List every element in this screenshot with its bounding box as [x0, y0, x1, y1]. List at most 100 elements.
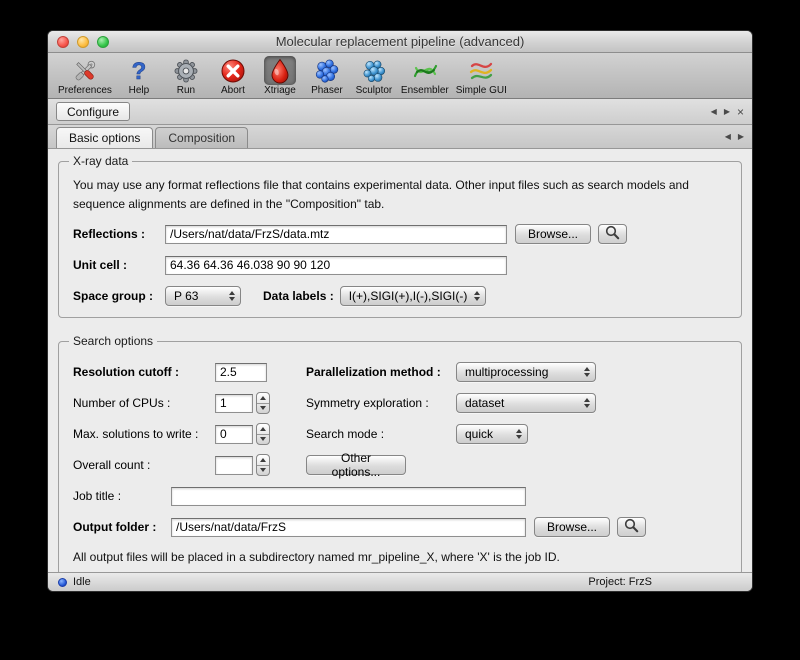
output-folder-input[interactable] [171, 518, 526, 537]
tab-composition[interactable]: Composition [155, 127, 248, 148]
tab-basic-options[interactable]: Basic options [56, 127, 153, 148]
simple-gui-ribbon-icon [465, 56, 497, 85]
parallelization-select[interactable]: multiprocessing [456, 362, 596, 382]
app-window: Molecular replacement pipeline (advanced… [47, 30, 753, 592]
xray-data-group-title: X-ray data [69, 154, 132, 168]
max-solutions-row: Max. solutions to write : Search mode : … [73, 423, 727, 445]
space-group-select[interactable]: P 63 [165, 286, 241, 306]
tab-composition-label: Composition [168, 131, 235, 145]
tab-configure-label: Configure [67, 105, 119, 119]
job-title-label: Job title : [73, 489, 171, 503]
stepper-down-icon[interactable] [257, 435, 269, 445]
toolbar-button-abort[interactable]: Abort [213, 56, 253, 96]
output-folder-view-button[interactable] [617, 517, 646, 537]
output-folder-row: Output folder : Browse... [73, 516, 727, 538]
toolbar-button-xtriage[interactable]: Xtriage [260, 56, 300, 96]
resolution-cutoff-input[interactable] [215, 363, 267, 382]
status-bar: Idle Project: FrzS [48, 572, 752, 591]
phaser-molecule-icon [311, 56, 343, 85]
preferences-tools-icon [69, 56, 101, 85]
tab-scroll-right-icon[interactable]: ▶ [724, 107, 730, 116]
resolution-row: Resolution cutoff : Parallelization meth… [73, 361, 727, 383]
window-title: Molecular replacement pipeline (advanced… [276, 34, 525, 49]
toolbar-label: Preferences [58, 85, 112, 96]
search-options-group-title: Search options [69, 334, 157, 348]
tab-scroll-left-icon[interactable]: ◀ [711, 107, 717, 116]
reflections-browse-button[interactable]: Browse... [515, 224, 591, 244]
unit-cell-row: Unit cell : [73, 254, 727, 276]
toolbar-button-help[interactable]: ? Help [119, 56, 159, 96]
toolbar-button-run[interactable]: Run [166, 56, 206, 96]
stepper-up-icon[interactable] [257, 393, 269, 404]
symmetry-select[interactable]: dataset [456, 393, 596, 413]
zoom-window-button[interactable] [97, 36, 109, 48]
output-folder-browse-button[interactable]: Browse... [534, 517, 610, 537]
stepper-up-icon[interactable] [257, 424, 269, 435]
toolbar-button-simple-gui[interactable]: Simple GUI [456, 56, 507, 96]
job-title-input[interactable] [171, 487, 526, 506]
reflections-input[interactable] [165, 225, 507, 244]
resolution-cutoff-label: Resolution cutoff : [73, 365, 215, 379]
num-cpus-stepper[interactable] [256, 392, 270, 414]
popup-arrows-icon [584, 367, 590, 377]
search-options-group: Search options Resolution cutoff : Paral… [58, 334, 742, 572]
num-cpus-input[interactable] [215, 394, 253, 413]
stepper-up-icon[interactable] [257, 455, 269, 466]
tab-close-icon[interactable]: × [737, 108, 744, 116]
job-title-row: Job title : [73, 485, 727, 507]
xray-data-group: X-ray data You may use any format reflec… [58, 154, 742, 318]
svg-text:?: ? [132, 58, 147, 84]
data-labels-select[interactable]: I(+),SIGI(+),I(-),SIGI(-) [340, 286, 487, 306]
popup-arrows-icon [516, 429, 522, 439]
overall-count-input[interactable] [215, 456, 253, 475]
minimize-window-button[interactable] [77, 36, 89, 48]
popup-arrows-icon [474, 291, 480, 301]
project-label: Project: FrzS [588, 576, 652, 588]
toolbar-label: Help [129, 85, 150, 96]
configure-tab-strip: Configure ◀ ▶ × [48, 99, 752, 125]
parallelization-label: Parallelization method : [306, 365, 456, 379]
max-solutions-input[interactable] [215, 425, 253, 444]
main-panel: X-ray data You may use any format reflec… [48, 149, 752, 572]
toolbar-label: Abort [221, 85, 245, 96]
reflections-label: Reflections : [73, 227, 165, 241]
popup-arrows-icon [584, 398, 590, 408]
ensembler-ribbon-icon [409, 56, 441, 85]
space-group-label: Space group : [73, 289, 165, 303]
subtab-scroll-left-icon[interactable]: ◀ [725, 132, 731, 141]
max-solutions-stepper[interactable] [256, 423, 270, 445]
magnifier-icon [605, 225, 620, 243]
toolbar-label: Phaser [311, 85, 343, 96]
toolbar-button-ensembler[interactable]: Ensembler [401, 56, 449, 96]
toolbar-button-sculptor[interactable]: Sculptor [354, 56, 394, 96]
toolbar-label: Run [177, 85, 195, 96]
unit-cell-label: Unit cell : [73, 258, 165, 272]
toolbar-button-phaser[interactable]: Phaser [307, 56, 347, 96]
subtab-scroll-right-icon[interactable]: ▶ [738, 132, 744, 141]
num-cpus-label: Number of CPUs : [73, 396, 215, 410]
toolbar-button-preferences[interactable]: Preferences [58, 56, 112, 96]
tab-basic-options-label: Basic options [69, 131, 140, 145]
toolbar-label: Xtriage [264, 85, 296, 96]
stepper-down-icon[interactable] [257, 404, 269, 414]
cpus-row: Number of CPUs : Symmetry exploration : … [73, 392, 727, 414]
sub-tab-strip: Basic options Composition ◀ ▶ [48, 125, 752, 149]
overall-count-label: Overall count : [73, 458, 215, 472]
tab-configure[interactable]: Configure [56, 102, 130, 121]
abort-x-icon [217, 56, 249, 85]
toolbar-label: Sculptor [356, 85, 393, 96]
toolbar-label: Ensembler [401, 85, 449, 96]
other-options-button[interactable]: Other options... [306, 455, 406, 475]
close-window-button[interactable] [57, 36, 69, 48]
status-text: Idle [73, 576, 91, 588]
overall-count-stepper[interactable] [256, 454, 270, 476]
toolbar: Preferences ? Help [48, 53, 752, 99]
data-labels-label: Data labels : [263, 289, 334, 303]
reflections-view-button[interactable] [598, 224, 627, 244]
output-note: All output files will be placed in a sub… [73, 550, 727, 564]
unit-cell-input[interactable] [165, 256, 507, 275]
stepper-down-icon[interactable] [257, 466, 269, 476]
max-solutions-label: Max. solutions to write : [73, 427, 215, 441]
magnifier-icon [624, 518, 639, 536]
search-mode-select[interactable]: quick [456, 424, 528, 444]
